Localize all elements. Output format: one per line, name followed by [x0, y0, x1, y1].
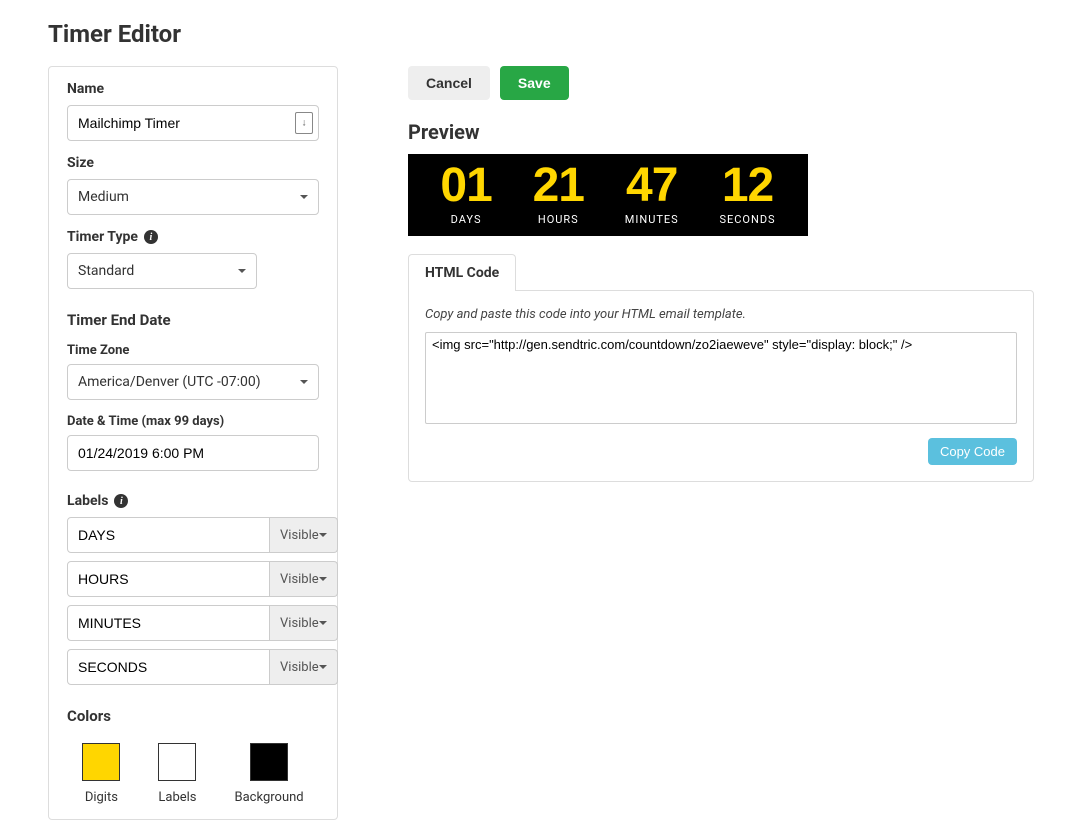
tab-html-code[interactable]: HTML Code	[408, 254, 516, 291]
visibility-select-hours[interactable]: Visible	[270, 561, 338, 597]
color-swatch-labels[interactable]	[158, 743, 196, 781]
caret-down-icon	[300, 380, 308, 384]
caret-down-icon	[319, 665, 327, 669]
label-input-hours[interactable]	[67, 561, 270, 597]
end-date-title: Timer End Date	[67, 311, 319, 329]
color-label-digits: Digits	[85, 790, 118, 805]
info-icon[interactable]: i	[114, 494, 128, 508]
color-swatch-digits[interactable]	[82, 743, 120, 781]
preview-hours-label: HOURS	[533, 213, 584, 226]
code-textarea[interactable]	[425, 332, 1017, 424]
autofill-icon	[295, 112, 313, 134]
caret-down-icon	[300, 195, 308, 199]
timer-type-select[interactable]: Standard	[67, 253, 257, 289]
timer-type-value: Standard	[78, 263, 134, 279]
timezone-value: America/Denver (UTC -07:00)	[78, 374, 261, 390]
copy-code-button[interactable]: Copy Code	[928, 438, 1017, 465]
preview-days-label: DAYS	[440, 213, 491, 226]
size-select[interactable]: Medium	[67, 179, 319, 215]
page-title: Timer Editor	[48, 20, 1034, 48]
visibility-select-minutes[interactable]: Visible	[270, 605, 338, 641]
timezone-select[interactable]: America/Denver (UTC -07:00)	[67, 364, 319, 400]
preview-timer: 01 DAYS 21 HOURS 47 MINUTES 12 SECONDS	[408, 154, 808, 236]
save-button[interactable]: Save	[500, 66, 569, 100]
cancel-button[interactable]: Cancel	[408, 66, 490, 100]
preview-title: Preview	[408, 120, 1034, 144]
visibility-select-seconds[interactable]: Visible	[270, 649, 338, 685]
color-label-background: Background	[235, 790, 304, 805]
timezone-label: Time Zone	[67, 343, 319, 358]
caret-down-icon	[319, 533, 327, 537]
color-label-labels: Labels	[158, 790, 196, 805]
caret-down-icon	[319, 577, 327, 581]
visibility-select-days[interactable]: Visible	[270, 517, 338, 553]
datetime-label: Date & Time (max 99 days)	[67, 414, 319, 429]
label-input-days[interactable]	[67, 517, 270, 553]
labels-title: Labels i	[67, 493, 319, 509]
label-input-minutes[interactable]	[67, 605, 270, 641]
name-label: Name	[67, 81, 319, 97]
preview-days-value: 01	[440, 160, 491, 213]
color-swatch-background[interactable]	[250, 743, 288, 781]
tab-body: Copy and paste this code into your HTML …	[408, 290, 1034, 482]
preview-hours-value: 21	[533, 160, 584, 213]
preview-seconds-value: 12	[719, 160, 775, 213]
preview-seconds-label: SECONDS	[719, 213, 775, 226]
preview-minutes-label: MINUTES	[625, 213, 679, 226]
preview-minutes-value: 47	[625, 160, 679, 213]
editor-panel: Name Size Medium Timer Type i Standard T…	[48, 66, 338, 820]
name-input[interactable]	[67, 105, 319, 141]
code-hint: Copy and paste this code into your HTML …	[425, 307, 1017, 322]
size-label: Size	[67, 155, 319, 171]
info-icon[interactable]: i	[144, 230, 158, 244]
size-value: Medium	[78, 189, 129, 205]
timer-type-label: Timer Type i	[67, 229, 319, 245]
label-input-seconds[interactable]	[67, 649, 270, 685]
colors-title: Colors	[67, 707, 319, 725]
caret-down-icon	[238, 269, 246, 273]
caret-down-icon	[319, 621, 327, 625]
datetime-input[interactable]	[67, 435, 319, 471]
